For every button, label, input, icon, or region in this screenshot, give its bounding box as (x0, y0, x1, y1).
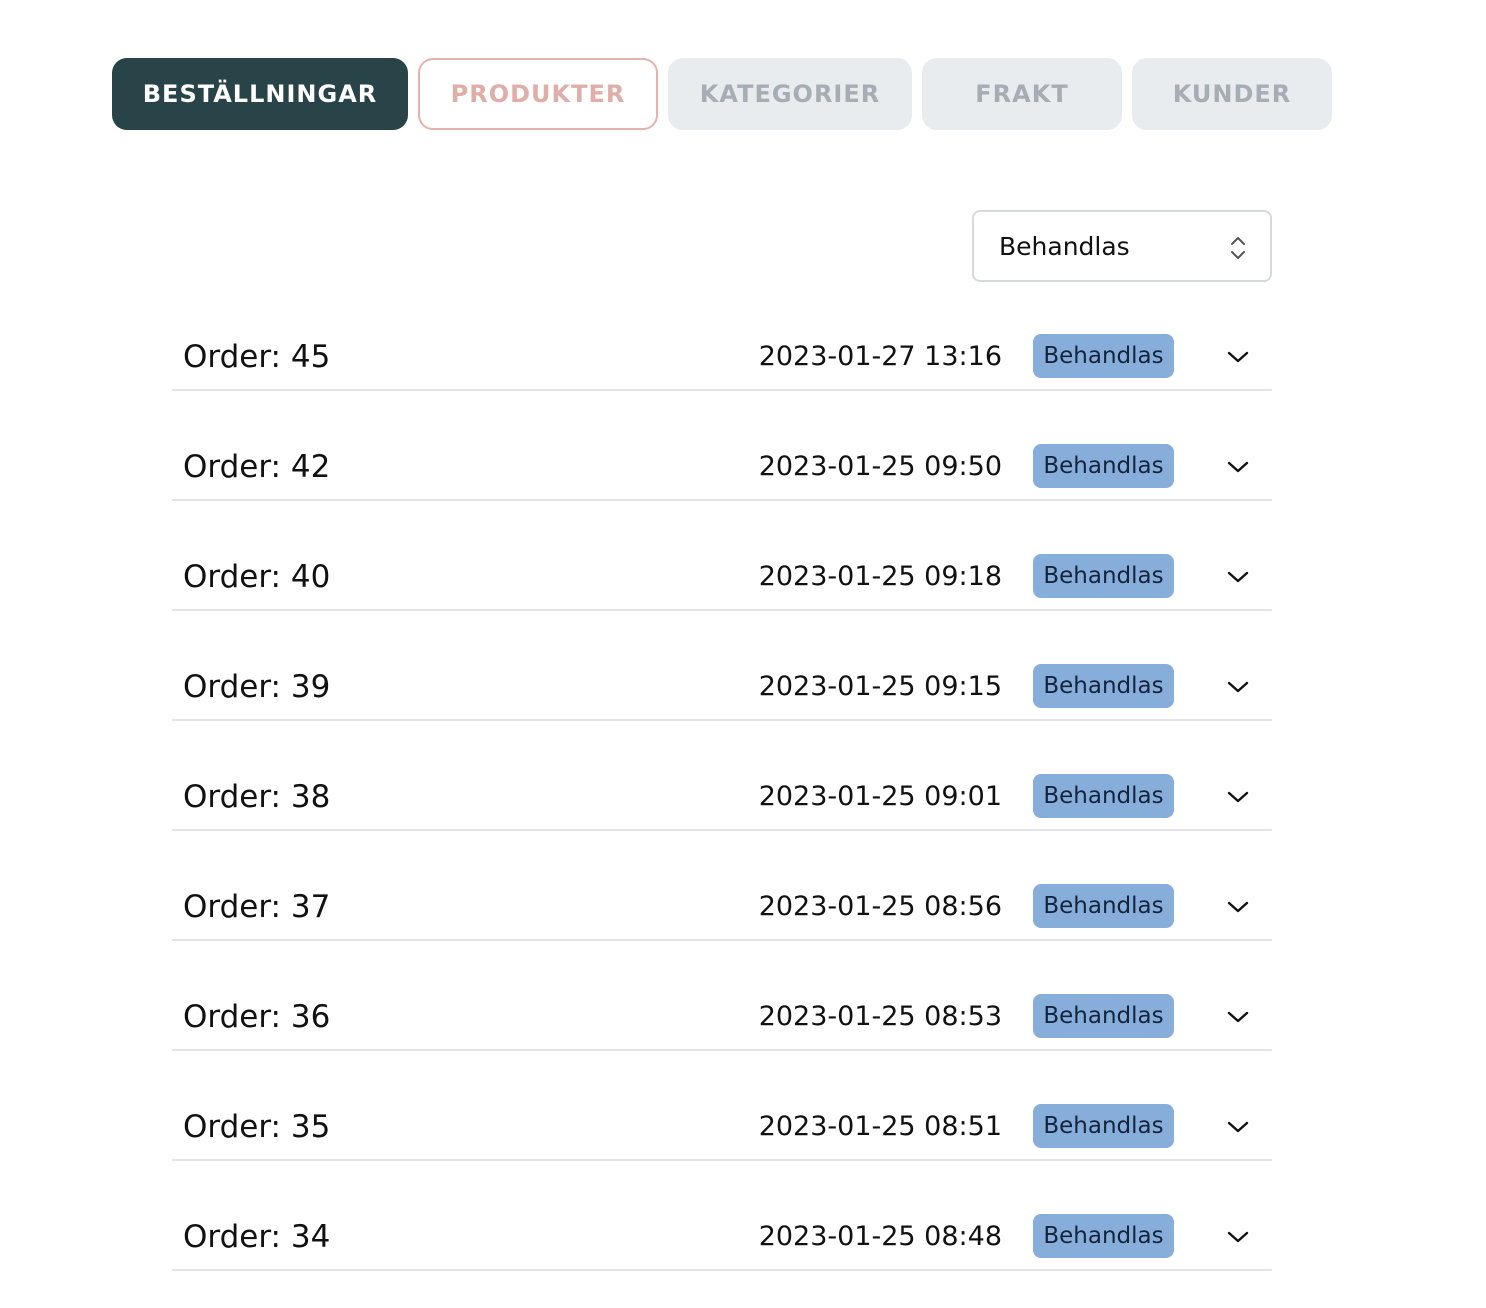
tab-customers[interactable]: KUNDER (1132, 58, 1332, 130)
order-title: Order: 42 (183, 449, 331, 485)
status-badge: Behandlas (1033, 1214, 1174, 1258)
row-divider (172, 499, 1272, 501)
tab-products[interactable]: PRODUKTER (418, 58, 658, 130)
chevron-down-icon[interactable] (1226, 1118, 1250, 1136)
order-title: Order: 38 (183, 779, 331, 815)
order-row[interactable]: Order: 34 2023-01-25 08:48 Behandlas (172, 1206, 1272, 1308)
row-divider (172, 939, 1272, 941)
row-divider (172, 719, 1272, 721)
order-row[interactable]: Order: 36 2023-01-25 08:53 Behandlas (172, 986, 1272, 1096)
chevron-down-icon[interactable] (1226, 1228, 1250, 1246)
chevron-down-icon[interactable] (1226, 568, 1250, 586)
order-title: Order: 36 (183, 999, 331, 1035)
order-date: 2023-01-25 09:50 (758, 451, 1002, 482)
order-title: Order: 45 (183, 339, 331, 375)
tab-shipping[interactable]: FRAKT (922, 58, 1122, 130)
order-date: 2023-01-25 09:15 (758, 671, 1002, 702)
chevron-down-icon[interactable] (1226, 1008, 1250, 1026)
order-title: Order: 34 (183, 1219, 331, 1255)
admin-tabs: BESTÄLLNINGAR PRODUKTER KATEGORIER FRAKT… (112, 58, 1332, 130)
order-row[interactable]: Order: 42 2023-01-25 09:50 Behandlas (172, 436, 1272, 546)
order-date: 2023-01-25 08:51 (758, 1111, 1002, 1142)
order-title: Order: 37 (183, 889, 331, 925)
order-date: 2023-01-25 09:18 (758, 561, 1002, 592)
updown-chevron-icon (1231, 237, 1245, 259)
row-divider (172, 829, 1272, 831)
row-divider (172, 1159, 1272, 1161)
order-date: 2023-01-25 08:53 (758, 1001, 1002, 1032)
status-badge: Behandlas (1033, 334, 1174, 378)
status-badge: Behandlas (1033, 664, 1174, 708)
status-badge: Behandlas (1033, 884, 1174, 928)
chevron-down-icon[interactable] (1226, 788, 1250, 806)
status-filter-value: Behandlas (999, 231, 1130, 261)
order-date: 2023-01-27 13:16 (758, 341, 1002, 372)
admin-page: BESTÄLLNINGAR PRODUKTER KATEGORIER FRAKT… (0, 0, 1486, 1308)
chevron-down-icon[interactable] (1226, 898, 1250, 916)
status-badge: Behandlas (1033, 444, 1174, 488)
order-date: 2023-01-25 08:48 (758, 1221, 1002, 1252)
row-divider (172, 1269, 1272, 1271)
tab-categories[interactable]: KATEGORIER (668, 58, 912, 130)
status-badge: Behandlas (1033, 774, 1174, 818)
order-row[interactable]: Order: 37 2023-01-25 08:56 Behandlas (172, 876, 1272, 986)
order-row[interactable]: Order: 35 2023-01-25 08:51 Behandlas (172, 1096, 1272, 1206)
order-row[interactable]: Order: 40 2023-01-25 09:18 Behandlas (172, 546, 1272, 656)
row-divider (172, 389, 1272, 391)
status-badge: Behandlas (1033, 1104, 1174, 1148)
tab-orders[interactable]: BESTÄLLNINGAR (112, 58, 408, 130)
order-date: 2023-01-25 08:56 (758, 891, 1002, 922)
status-filter-select[interactable]: Behandlas (972, 210, 1272, 282)
row-divider (172, 609, 1272, 611)
chevron-down-icon[interactable] (1226, 678, 1250, 696)
orders-list: Order: 45 2023-01-27 13:16 Behandlas Ord… (172, 326, 1272, 1308)
chevron-down-icon[interactable] (1226, 348, 1250, 366)
order-row[interactable]: Order: 38 2023-01-25 09:01 Behandlas (172, 766, 1272, 876)
order-row[interactable]: Order: 39 2023-01-25 09:15 Behandlas (172, 656, 1272, 766)
order-date: 2023-01-25 09:01 (758, 781, 1002, 812)
row-divider (172, 1049, 1272, 1051)
order-row[interactable]: Order: 45 2023-01-27 13:16 Behandlas (172, 326, 1272, 436)
order-title: Order: 35 (183, 1109, 331, 1145)
order-title: Order: 39 (183, 669, 331, 705)
status-badge: Behandlas (1033, 994, 1174, 1038)
status-badge: Behandlas (1033, 554, 1174, 598)
order-title: Order: 40 (183, 559, 331, 595)
chevron-down-icon[interactable] (1226, 458, 1250, 476)
